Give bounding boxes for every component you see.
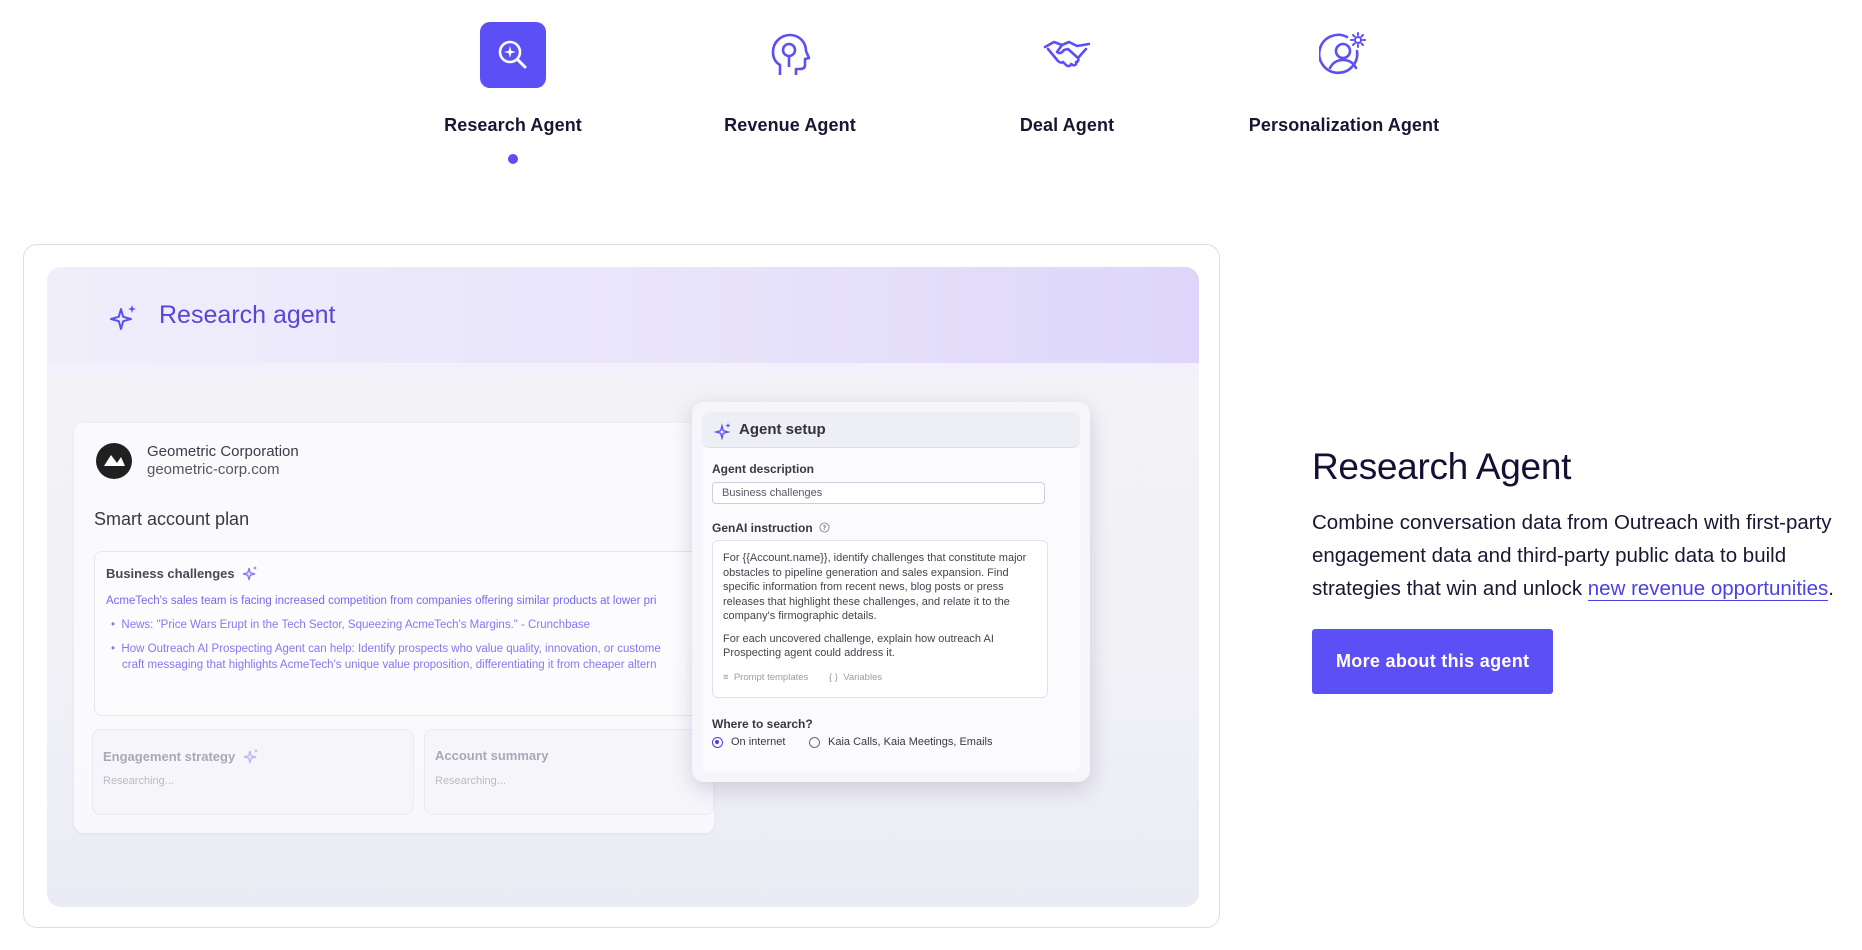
list-item: • News: "Price Wars Erupt in the Tech Se… bbox=[111, 619, 591, 631]
sparkle-icon bbox=[243, 566, 258, 581]
active-tab-indicator bbox=[508, 154, 518, 164]
magnifier-sparkle-icon bbox=[480, 22, 546, 88]
engagement-strategy-title: Engagement strategy bbox=[103, 748, 259, 764]
business-challenges-summary: AcmeTech's sales team is facing increase… bbox=[106, 595, 657, 607]
preview-title: Research agent bbox=[159, 301, 336, 329]
tab-label: Deal Agent bbox=[1019, 115, 1115, 135]
agent-description-label: Agent description bbox=[712, 462, 815, 476]
instruction-toolbar: ≡ Prompt templates { } Variables bbox=[723, 671, 882, 686]
genai-instruction-textarea[interactable]: For {{Account.name}}, identify challenge… bbox=[712, 540, 1048, 698]
agent-setup-form: Agent description Business challenges Ge… bbox=[702, 448, 1080, 772]
tab-personalization-agent[interactable]: Personalization Agent bbox=[1234, 22, 1454, 136]
radio-unselected-icon bbox=[809, 736, 820, 748]
genai-instruction-label: GenAI instruction ? bbox=[712, 521, 830, 535]
tab-research-agent[interactable]: Research Agent bbox=[403, 22, 623, 164]
business-challenges-title: Business challenges bbox=[106, 565, 258, 581]
braces-icon: { } bbox=[828, 671, 838, 683]
company-logo bbox=[96, 443, 132, 479]
business-challenges-section: Business challenges AcmeTech's sales tea… bbox=[94, 551, 734, 716]
tab-label: Research Agent bbox=[444, 115, 582, 135]
sparkle-icon bbox=[714, 423, 731, 440]
tab-label: Personalization Agent bbox=[1248, 115, 1440, 135]
user-gear-icon bbox=[1311, 22, 1377, 88]
revenue-opportunities-link[interactable]: new revenue opportunities bbox=[1587, 577, 1829, 601]
engagement-status: Researching... bbox=[103, 775, 174, 787]
list-item-continuation: craft messaging that highlights AcmeTech… bbox=[122, 659, 657, 671]
sparkle-icon bbox=[243, 749, 258, 764]
company-name: Geometric Corporation bbox=[147, 443, 299, 460]
instruction-paragraph: For {{Account.name}}, identify challenge… bbox=[723, 552, 1027, 622]
where-to-search-label: Where to search? bbox=[712, 717, 813, 731]
account-summary-title: Account summary bbox=[435, 748, 549, 763]
handshake-icon bbox=[1034, 22, 1100, 88]
account-summary-status: Researching... bbox=[435, 775, 506, 787]
agent-setup-title: Agent setup bbox=[739, 421, 826, 438]
agent-setup-header: Agent setup bbox=[702, 412, 1080, 448]
head-profile-icon bbox=[757, 22, 823, 88]
agent-preview-card: Research agent Geometric Corporation geo… bbox=[23, 244, 1220, 928]
agent-preview-screenshot: Research agent Geometric Corporation geo… bbox=[47, 267, 1199, 907]
agent-setup-panel: Agent setup Agent description Business c… bbox=[692, 402, 1090, 782]
agent-tabs: Research Agent Revenue Agent Deal Agent … bbox=[0, 0, 1862, 200]
radio-selected-icon bbox=[712, 736, 723, 748]
agent-heading: Research Agent bbox=[1312, 446, 1572, 487]
list-item: • How Outreach AI Prospecting Agent can … bbox=[111, 643, 661, 655]
engagement-strategy-section: Engagement strategy Researching... bbox=[92, 729, 414, 815]
sparkle-icon bbox=[110, 305, 136, 330]
account-plan-panel: Geometric Corporation geometric-corp.com… bbox=[74, 423, 734, 833]
radio-kaia-sources[interactable]: Kaia Calls, Kaia Meetings, Emails bbox=[809, 736, 992, 748]
svg-text:?: ? bbox=[823, 524, 827, 532]
company-domain: geometric-corp.com bbox=[147, 461, 280, 478]
account-summary-section: Account summary Researching... bbox=[424, 729, 714, 815]
smart-account-plan-title: Smart account plan bbox=[94, 509, 250, 529]
lines-icon: ≡ bbox=[723, 671, 729, 683]
tab-deal-agent[interactable]: Deal Agent bbox=[957, 22, 1177, 136]
instruction-paragraph: For each uncovered challenge, explain ho… bbox=[723, 632, 994, 660]
agent-description-input[interactable]: Business challenges bbox=[712, 482, 1045, 504]
help-icon[interactable]: ? bbox=[819, 522, 830, 533]
agent-description-section: Research Agent Combine conversation data… bbox=[1312, 446, 1842, 694]
agent-description: Combine conversation data from Outreach … bbox=[1312, 511, 1834, 601]
radio-on-internet[interactable]: On internet bbox=[712, 736, 785, 748]
tab-label: Revenue Agent bbox=[724, 115, 856, 135]
variables-button[interactable]: { } Variables bbox=[829, 672, 882, 683]
more-about-agent-button[interactable]: More about this agent bbox=[1312, 629, 1554, 694]
prompt-templates-button[interactable]: ≡ Prompt templates bbox=[723, 672, 808, 683]
tab-revenue-agent[interactable]: Revenue Agent bbox=[680, 22, 900, 136]
